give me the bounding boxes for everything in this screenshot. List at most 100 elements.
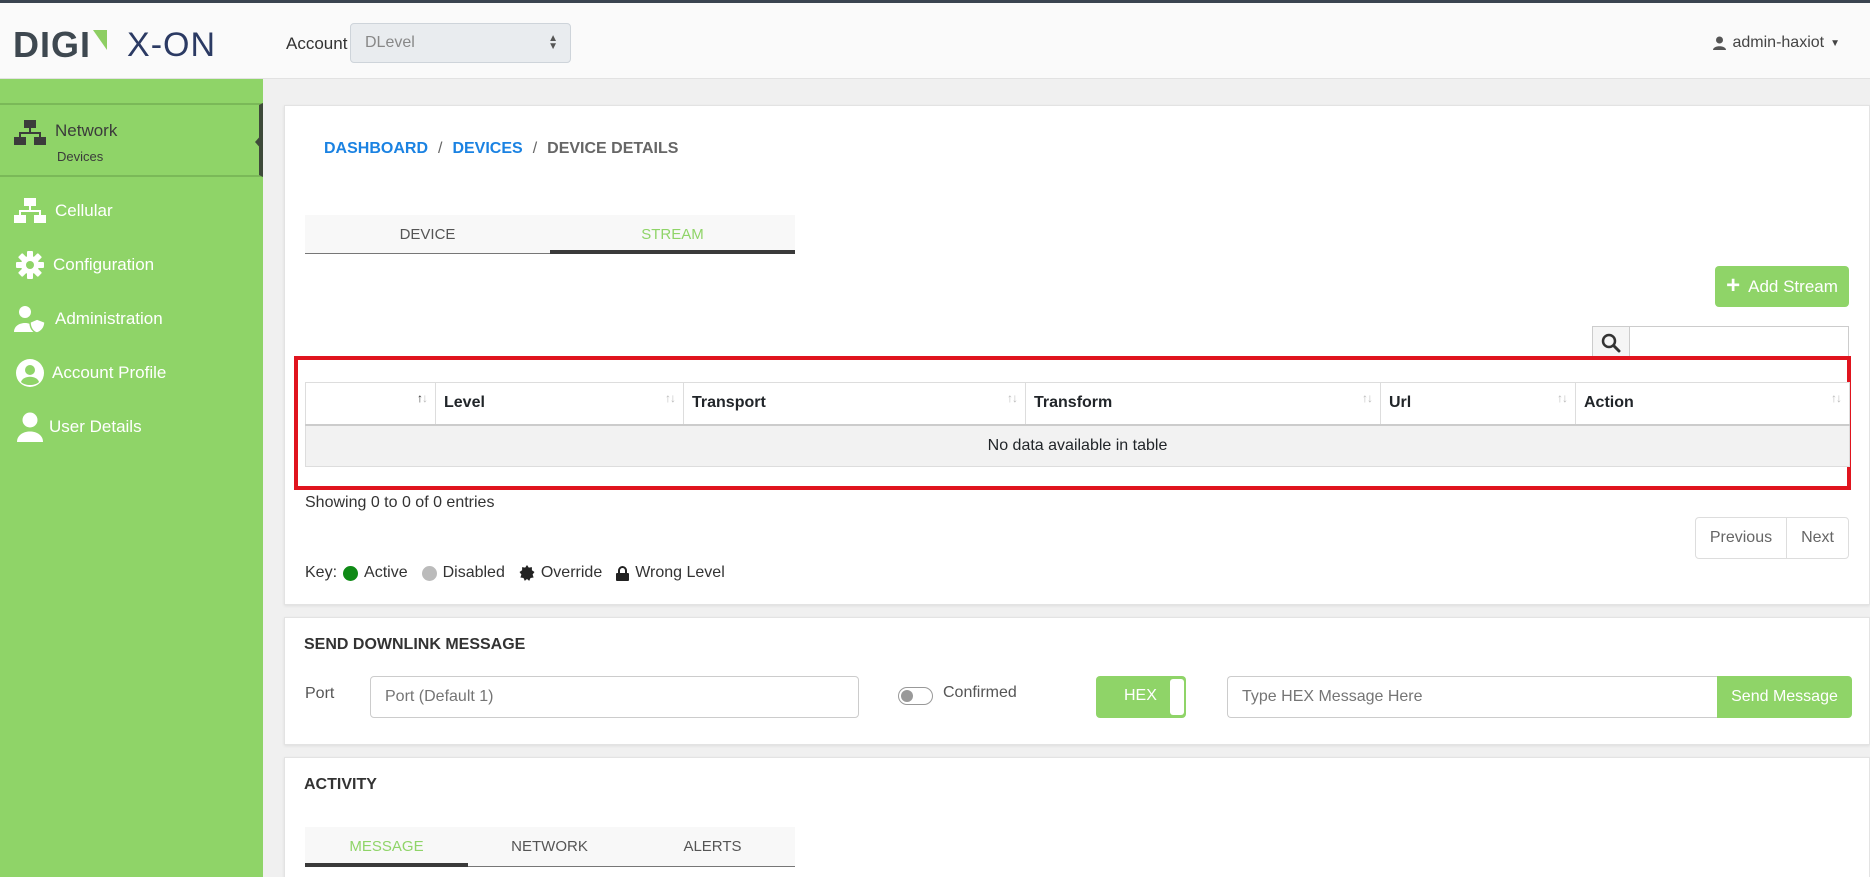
sidebar-item-label: Account Profile	[52, 363, 167, 382]
section-title: SEND DOWNLINK MESSAGE	[304, 636, 526, 653]
sidebar-item-label: Administration	[55, 309, 163, 328]
key-label: Key:	[305, 564, 338, 581]
column-header-url[interactable]: Url ↑↓	[1380, 382, 1576, 426]
downlink-card: SEND DOWNLINK MESSAGE Port Confirmed HEX…	[284, 617, 1870, 745]
active-dot-icon	[343, 565, 359, 581]
add-stream-label: Add Stream	[1748, 276, 1838, 296]
user-menu[interactable]: admin-haxiot ▼	[1713, 34, 1840, 52]
breadcrumb-separator: /	[532, 140, 538, 157]
send-message-button[interactable]: Send Message	[1717, 676, 1852, 718]
sort-icon: ↑↓	[1362, 391, 1373, 405]
confirmed-toggle[interactable]	[898, 687, 933, 705]
hex-toggle[interactable]: HEX	[1096, 676, 1186, 718]
hex-message-input[interactable]	[1227, 676, 1717, 718]
sidebar-item-configuration[interactable]: Configuration	[0, 245, 263, 285]
column-header-transform[interactable]: Transform ↑↓	[1025, 382, 1381, 426]
network-icon	[14, 119, 46, 147]
section-title: ACTIVITY	[304, 776, 377, 793]
sidebar-item-user-details[interactable]: User Details	[0, 407, 263, 447]
hex-toggle-knob	[1170, 679, 1184, 715]
search-button[interactable]	[1592, 326, 1630, 360]
tab-message[interactable]: MESSAGE	[305, 827, 468, 867]
top-bar: DIGI X-ON Account DLevel ▲ ▼ admin-haxiot…	[0, 0, 1870, 79]
tab-network[interactable]: NETWORK	[468, 827, 631, 867]
breadcrumb-dashboard-link[interactable]: DASHBOARD	[324, 140, 428, 158]
breadcrumb-devices-link[interactable]: DEVICES	[452, 140, 522, 158]
sort-icon: ↑↓	[417, 391, 428, 405]
tab-device[interactable]: DEVICE	[305, 215, 550, 254]
key-active-label: Active	[364, 564, 408, 581]
logo-xon-text: X-ON	[127, 26, 217, 64]
pagination: Previous Next	[1694, 517, 1849, 559]
activity-tabs: MESSAGE NETWORK ALERTS	[305, 827, 795, 867]
search-input[interactable]	[1630, 326, 1849, 360]
column-header-action[interactable]: Action ↑↓	[1575, 382, 1850, 426]
table-info: Showing 0 to 0 of 0 entries	[305, 494, 495, 511]
sidebar-item-label: Configuration	[53, 255, 155, 274]
sort-icon: ↑↓	[1831, 391, 1842, 405]
table-row: No data available in table	[305, 424, 1850, 467]
plus-icon: +	[1726, 271, 1741, 299]
sidebar-item-label: User Details	[49, 417, 142, 436]
user-circle-icon	[14, 359, 46, 387]
table-empty-message: No data available in table	[305, 424, 1850, 467]
logo-mark-icon	[93, 30, 108, 50]
port-input[interactable]	[370, 676, 859, 718]
digi-xon-logo[interactable]: DIGI X-ON	[13, 27, 216, 63]
breadcrumb-current: DEVICE DETAILS	[547, 140, 679, 157]
stream-table: ↑↓ Level ↑↓ Transport ↑↓ Transform ↑↓ Url ↑↓…	[305, 382, 1850, 467]
network-icon	[14, 197, 46, 225]
confirmed-label: Confirmed	[943, 684, 1017, 701]
column-label: Url	[1389, 394, 1412, 412]
toggle-knob	[901, 690, 913, 702]
sort-icon: ↑↓	[665, 391, 676, 405]
key-wrong-level-label: Wrong Level	[635, 564, 725, 581]
logo-digi-text: DIGI	[13, 24, 92, 65]
next-button[interactable]: Next	[1787, 518, 1848, 558]
sort-icon: ↑↓	[1557, 391, 1568, 405]
user-name: admin-haxiot	[1732, 34, 1825, 51]
account-select[interactable]: DLevel ▲ ▼	[350, 23, 571, 63]
sidebar-item-label: Cellular	[55, 201, 113, 220]
search-icon	[1601, 333, 1621, 353]
account-select-value: DLevel	[365, 34, 415, 51]
port-label: Port	[305, 685, 335, 702]
breadcrumb: DASHBOARD / DEVICES / DEVICE DETAILS	[324, 140, 678, 158]
sidebar-item-cellular[interactable]: Cellular	[0, 191, 263, 231]
column-label: Action	[1584, 394, 1634, 412]
active-indicator	[255, 133, 263, 151]
key-override-label: Override	[540, 564, 603, 581]
column-header-transport[interactable]: Transport ↑↓	[683, 382, 1026, 426]
activity-card: ACTIVITY MESSAGE NETWORK ALERTS	[284, 757, 1870, 877]
tab-stream[interactable]: STREAM	[550, 215, 795, 254]
gear-icon	[14, 251, 46, 279]
override-badge-icon	[519, 565, 535, 581]
user-icon	[14, 412, 46, 442]
disabled-dot-icon	[421, 565, 437, 581]
column-header-status[interactable]: ↑↓	[305, 382, 436, 426]
table-header-row: ↑↓ Level ↑↓ Transport ↑↓ Transform ↑↓ Url ↑↓…	[305, 382, 1850, 426]
add-stream-button[interactable]: + Add Stream	[1715, 266, 1849, 307]
user-shield-icon	[14, 305, 46, 333]
account-label: Account	[286, 34, 348, 53]
column-header-level[interactable]: Level ↑↓	[435, 382, 684, 426]
column-label: Level	[444, 394, 485, 412]
sidebar-item-account-profile[interactable]: Account Profile	[0, 353, 263, 393]
device-tabs: DEVICE STREAM	[305, 215, 795, 254]
sidebar-item-administration[interactable]: Administration	[0, 299, 263, 339]
caret-down-icon: ▼	[1830, 37, 1840, 49]
breadcrumb-separator: /	[438, 140, 443, 157]
sidebar-item-sublabel: Devices	[57, 149, 104, 164]
user-icon	[1713, 36, 1727, 50]
previous-button[interactable]: Previous	[1696, 518, 1788, 558]
key-disabled-label: Disabled	[442, 564, 505, 581]
sidebar-item-label: Network	[55, 121, 118, 140]
sidebar-item-network[interactable]: Network Devices	[0, 103, 263, 177]
table-search	[1592, 326, 1849, 360]
sort-icon: ↑↓	[1007, 391, 1018, 405]
select-caret-icon: ▲ ▼	[548, 33, 558, 52]
device-details-card: DASHBOARD / DEVICES / DEVICE DETAILS DEV…	[284, 105, 1870, 605]
hex-label: HEX	[1124, 687, 1157, 704]
sidebar: Network Devices Cellular Configuration A…	[0, 79, 263, 877]
tab-alerts[interactable]: ALERTS	[631, 827, 794, 867]
